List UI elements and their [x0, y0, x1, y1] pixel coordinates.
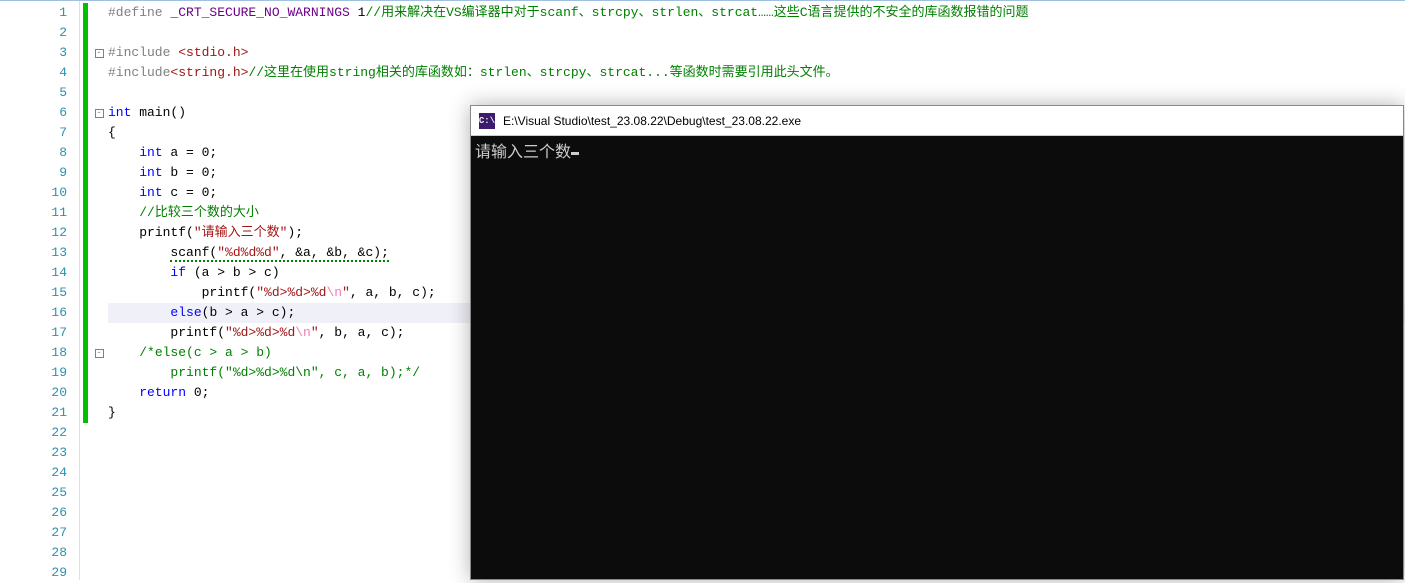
- line-number: 9: [0, 163, 79, 183]
- change-marker: [83, 403, 88, 423]
- line-number: 27: [0, 523, 79, 543]
- change-marker: [83, 143, 88, 163]
- change-marker: [83, 223, 88, 243]
- line-number: 13: [0, 243, 79, 263]
- line-number: 15: [0, 283, 79, 303]
- line-number: 21: [0, 403, 79, 423]
- change-marker: [83, 83, 88, 103]
- line-number: 26: [0, 503, 79, 523]
- line-number: 19: [0, 363, 79, 383]
- console-title: E:\Visual Studio\test_23.08.22\Debug\tes…: [503, 114, 801, 128]
- line-number: 24: [0, 463, 79, 483]
- change-marker: [83, 163, 88, 183]
- line-number: 14: [0, 263, 79, 283]
- line-number: 3: [0, 43, 79, 63]
- code-line[interactable]: #include <stdio.h>: [108, 43, 1405, 63]
- macro-name: _CRT_SECURE_NO_WARNINGS: [170, 5, 349, 20]
- change-marker: [83, 303, 88, 323]
- code-line[interactable]: [108, 83, 1405, 103]
- line-number: 2: [0, 23, 79, 43]
- change-marker: [83, 283, 88, 303]
- change-marker: [83, 243, 88, 263]
- line-number: 18: [0, 343, 79, 363]
- change-marker: [83, 343, 88, 363]
- line-number: 20: [0, 383, 79, 403]
- line-number: 10: [0, 183, 79, 203]
- change-marker: [83, 323, 88, 343]
- line-number: 17: [0, 323, 79, 343]
- line-number: 4: [0, 63, 79, 83]
- line-number: 8: [0, 143, 79, 163]
- change-marker: [83, 23, 88, 43]
- line-number: 22: [0, 423, 79, 443]
- change-marker: [83, 63, 88, 83]
- fold-column: - - -: [92, 1, 106, 580]
- change-marker: [83, 203, 88, 223]
- fold-toggle[interactable]: -: [95, 109, 104, 118]
- fold-toggle[interactable]: -: [95, 349, 104, 358]
- change-marker: [83, 43, 88, 63]
- change-marker: [83, 383, 88, 403]
- console-window[interactable]: C:\ E:\Visual Studio\test_23.08.22\Debug…: [470, 105, 1404, 580]
- code-line[interactable]: #include<string.h>//这里在使用string相关的库函数如：s…: [108, 63, 1405, 83]
- change-marker: [83, 183, 88, 203]
- line-number: 11: [0, 203, 79, 223]
- change-marker: [83, 263, 88, 283]
- line-number: 7: [0, 123, 79, 143]
- console-icon: C:\: [479, 113, 495, 129]
- code-line[interactable]: [108, 23, 1405, 43]
- change-marker: [83, 3, 88, 23]
- line-number: 28: [0, 543, 79, 563]
- preprocessor-keyword: #define: [108, 5, 163, 20]
- change-margin: [80, 1, 92, 580]
- console-output-area[interactable]: 请输入三个数: [471, 136, 1403, 579]
- console-cursor: [571, 152, 579, 155]
- line-number: 29: [0, 563, 79, 583]
- change-marker: [83, 103, 88, 123]
- console-output-text: 请输入三个数: [475, 144, 571, 162]
- line-number: 16: [0, 303, 79, 323]
- line-number: 12: [0, 223, 79, 243]
- comment: //用来解决在VS编译器中对于scanf、strcpy、strlen、strca…: [365, 5, 1028, 20]
- line-number: 1: [0, 3, 79, 23]
- line-number: 23: [0, 443, 79, 463]
- fold-toggle[interactable]: -: [95, 49, 104, 58]
- change-marker: [83, 363, 88, 383]
- code-line[interactable]: #define _CRT_SECURE_NO_WARNINGS 1//用来解决在…: [108, 3, 1405, 23]
- line-number-gutter: 1234567891011121314151617181920212223242…: [0, 1, 80, 580]
- line-number: 25: [0, 483, 79, 503]
- change-marker: [83, 123, 88, 143]
- line-number: 6: [0, 103, 79, 123]
- line-number: 5: [0, 83, 79, 103]
- console-titlebar[interactable]: C:\ E:\Visual Studio\test_23.08.22\Debug…: [471, 106, 1403, 136]
